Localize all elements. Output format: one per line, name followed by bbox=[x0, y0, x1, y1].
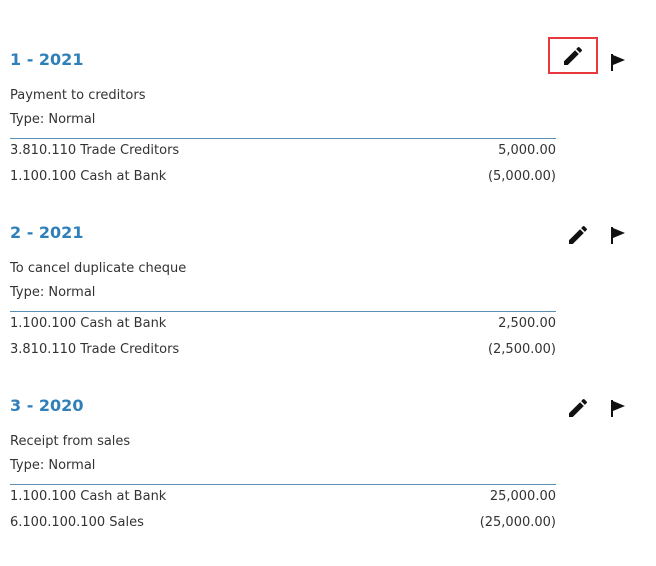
journal-line: 1.100.100 Cash at Bank (5,000.00) bbox=[10, 168, 556, 186]
flag-icon bbox=[611, 400, 625, 417]
journal-title: 3 - 2020 bbox=[10, 396, 84, 415]
journal-title: 2 - 2021 bbox=[10, 223, 84, 242]
edit-button[interactable] bbox=[548, 37, 598, 74]
divider bbox=[10, 311, 556, 312]
flag-icon bbox=[611, 227, 625, 244]
journal-entry: 1 - 2021 Payment to creditors Type: Norm… bbox=[0, 37, 656, 210]
journal-type: Type: Normal bbox=[10, 112, 96, 127]
account-name: 1.100.100 Cash at Bank bbox=[10, 169, 167, 184]
flag-icon bbox=[611, 54, 625, 71]
pencil-icon bbox=[569, 398, 588, 417]
amount: (2,500.00) bbox=[487, 342, 556, 357]
journal-line: 1.100.100 Cash at Bank 25,000.00 bbox=[10, 488, 556, 506]
amount: (25,000.00) bbox=[479, 515, 556, 530]
journal-line: 1.100.100 Cash at Bank 2,500.00 bbox=[10, 315, 556, 333]
account-name: 1.100.100 Cash at Bank bbox=[10, 489, 167, 504]
divider bbox=[10, 138, 556, 139]
flag-button[interactable] bbox=[604, 394, 632, 422]
account-name: 3.810.110 Trade Creditors bbox=[10, 143, 180, 158]
divider bbox=[10, 484, 556, 485]
pencil-icon bbox=[569, 225, 588, 244]
journal-description: Receipt from sales bbox=[10, 434, 131, 449]
account-name: 1.100.100 Cash at Bank bbox=[10, 316, 167, 331]
journal-type: Type: Normal bbox=[10, 458, 96, 473]
account-name: 6.100.100.100 Sales bbox=[10, 515, 144, 530]
flag-button[interactable] bbox=[604, 221, 632, 249]
journal-title: 1 - 2021 bbox=[10, 50, 84, 69]
pencil-icon bbox=[564, 46, 583, 65]
journal-line: 3.810.110 Trade Creditors (2,500.00) bbox=[10, 341, 556, 359]
amount: 2,500.00 bbox=[498, 316, 556, 331]
journal-line: 3.810.110 Trade Creditors 5,000.00 bbox=[10, 142, 556, 160]
journal-entry: 3 - 2020 Receipt from sales Type: Normal… bbox=[0, 396, 656, 556]
edit-button[interactable] bbox=[564, 221, 592, 249]
edit-button[interactable] bbox=[564, 394, 592, 422]
amount: (5,000.00) bbox=[487, 169, 556, 184]
journal-line: 6.100.100.100 Sales (25,000.00) bbox=[10, 514, 556, 532]
amount: 25,000.00 bbox=[489, 489, 556, 504]
journal-type: Type: Normal bbox=[10, 285, 96, 300]
amount: 5,000.00 bbox=[498, 143, 556, 158]
journal-description: Payment to creditors bbox=[10, 88, 146, 103]
journal-entry: 2 - 2021 To cancel duplicate cheque Type… bbox=[0, 223, 656, 383]
account-name: 3.810.110 Trade Creditors bbox=[10, 342, 180, 357]
flag-button[interactable] bbox=[604, 48, 632, 76]
journal-description: To cancel duplicate cheque bbox=[10, 261, 187, 276]
